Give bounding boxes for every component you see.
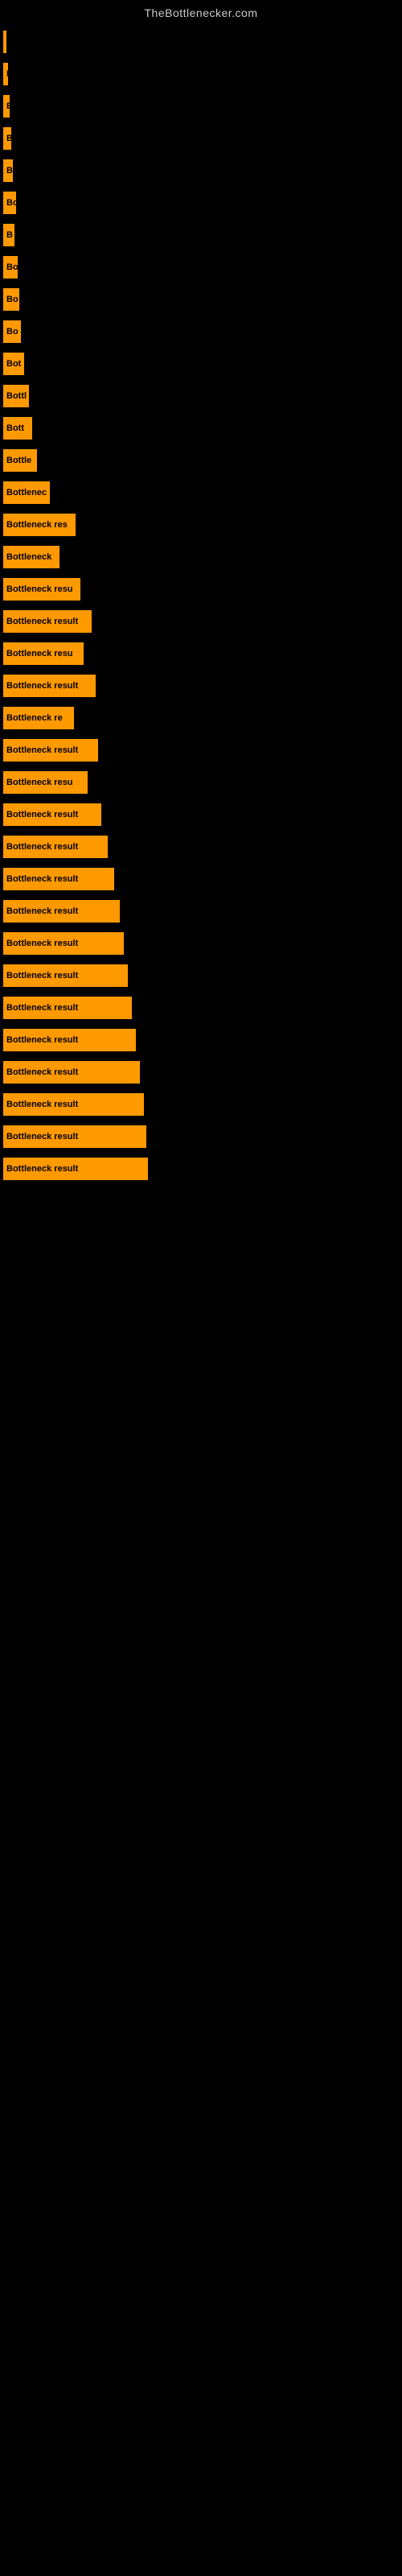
bar-label-33: Bottleneck result xyxy=(3,1067,78,1077)
bar-row: Bo xyxy=(0,192,402,214)
bar-row: Bottl xyxy=(0,385,402,407)
bar-label-23: Bottleneck result xyxy=(3,745,78,755)
bar-row: Bottleneck result xyxy=(0,675,402,697)
bar-row: Bottleneck result xyxy=(0,1061,402,1084)
bar-row: B xyxy=(0,127,402,150)
bar-label-13: Bott xyxy=(3,423,24,433)
bar-row: Bottleneck result xyxy=(0,739,402,762)
bar-row: Bottle xyxy=(0,449,402,472)
bar-row: Bottleneck xyxy=(0,546,402,568)
bar-label-5: B xyxy=(3,166,13,175)
bar-label-9: Bo xyxy=(3,295,18,304)
bar-label-28: Bottleneck result xyxy=(3,906,78,916)
bar-row: | xyxy=(0,31,402,53)
bar-label-11: Bot xyxy=(3,359,21,369)
bar-label-17: Bottleneck xyxy=(3,552,51,562)
bar-row: Bo xyxy=(0,320,402,343)
bar-label-8: Bo xyxy=(3,262,18,272)
bars-container: | P E B B Bo B Bo Bo Bo Bot Bottl Bott Bottle Bottlene… xyxy=(0,23,402,1180)
bar-label-24: Bottleneck resu xyxy=(3,778,73,787)
bar-row: E xyxy=(0,95,402,118)
bar-label-20: Bottleneck resu xyxy=(3,649,73,658)
bar-row: Bottleneck result xyxy=(0,964,402,987)
bar-label-35: Bottleneck result xyxy=(3,1132,78,1141)
bar-row: Bottlenec xyxy=(0,481,402,504)
bar-row: Bottleneck re xyxy=(0,707,402,729)
bar-label-16: Bottleneck res xyxy=(3,520,68,530)
bar-row: Bottleneck resu xyxy=(0,642,402,665)
bar-label-31: Bottleneck result xyxy=(3,1003,78,1013)
bar-label-15: Bottlenec xyxy=(3,488,47,497)
bar-row: Bott xyxy=(0,417,402,440)
bar-row: Bottleneck resu xyxy=(0,578,402,601)
bar-label-32: Bottleneck result xyxy=(3,1035,78,1045)
bar-row: Bottleneck result xyxy=(0,836,402,858)
bar-label-29: Bottleneck result xyxy=(3,939,78,948)
bar-label-19: Bottleneck result xyxy=(3,617,78,626)
bar-label-36: Bottleneck result xyxy=(3,1164,78,1174)
bar-label-2: P xyxy=(3,69,8,79)
bar-label-26: Bottleneck result xyxy=(3,842,78,852)
bar-label-21: Bottleneck result xyxy=(3,681,78,691)
bar-row: Bottleneck res xyxy=(0,514,402,536)
bar-row: Bottleneck result xyxy=(0,803,402,826)
bar-row: Bottleneck result xyxy=(0,1125,402,1148)
bar-label-22: Bottleneck re xyxy=(3,713,63,723)
bar-row: Bottleneck result xyxy=(0,1093,402,1116)
bar-label-27: Bottleneck result xyxy=(3,874,78,884)
bar-row: Bottleneck result xyxy=(0,997,402,1019)
bar-row: P xyxy=(0,63,402,85)
bar-label-18: Bottleneck resu xyxy=(3,584,73,594)
bar-row: Bottleneck result xyxy=(0,932,402,955)
bar-label-7: B xyxy=(3,230,13,240)
bar-row: Bottleneck resu xyxy=(0,771,402,794)
bar-row: Bottleneck result xyxy=(0,900,402,923)
bar-label-12: Bottl xyxy=(3,391,27,401)
bar-label-30: Bottleneck result xyxy=(3,971,78,980)
site-title: TheBottlenecker.com xyxy=(0,0,402,23)
bar-row: Bottleneck result xyxy=(0,1029,402,1051)
bar-row: Bo xyxy=(0,288,402,311)
bar-row: Bottleneck result xyxy=(0,868,402,890)
bar-label-14: Bottle xyxy=(3,456,31,465)
bar-row: Bot xyxy=(0,353,402,375)
bar-row: Bottleneck result xyxy=(0,610,402,633)
bar-label-4: B xyxy=(3,134,11,143)
bar-label-6: Bo xyxy=(3,198,16,208)
bar-label-25: Bottleneck result xyxy=(3,810,78,819)
bar-row: B xyxy=(0,224,402,246)
bar-label-34: Bottleneck result xyxy=(3,1100,78,1109)
bar-row: B xyxy=(0,159,402,182)
bar-label-1: | xyxy=(3,37,6,47)
bar-row: Bo xyxy=(0,256,402,279)
bar-label-3: E xyxy=(3,101,10,111)
bar-row: Bottleneck result xyxy=(0,1158,402,1180)
bar-label-10: Bo xyxy=(3,327,18,336)
